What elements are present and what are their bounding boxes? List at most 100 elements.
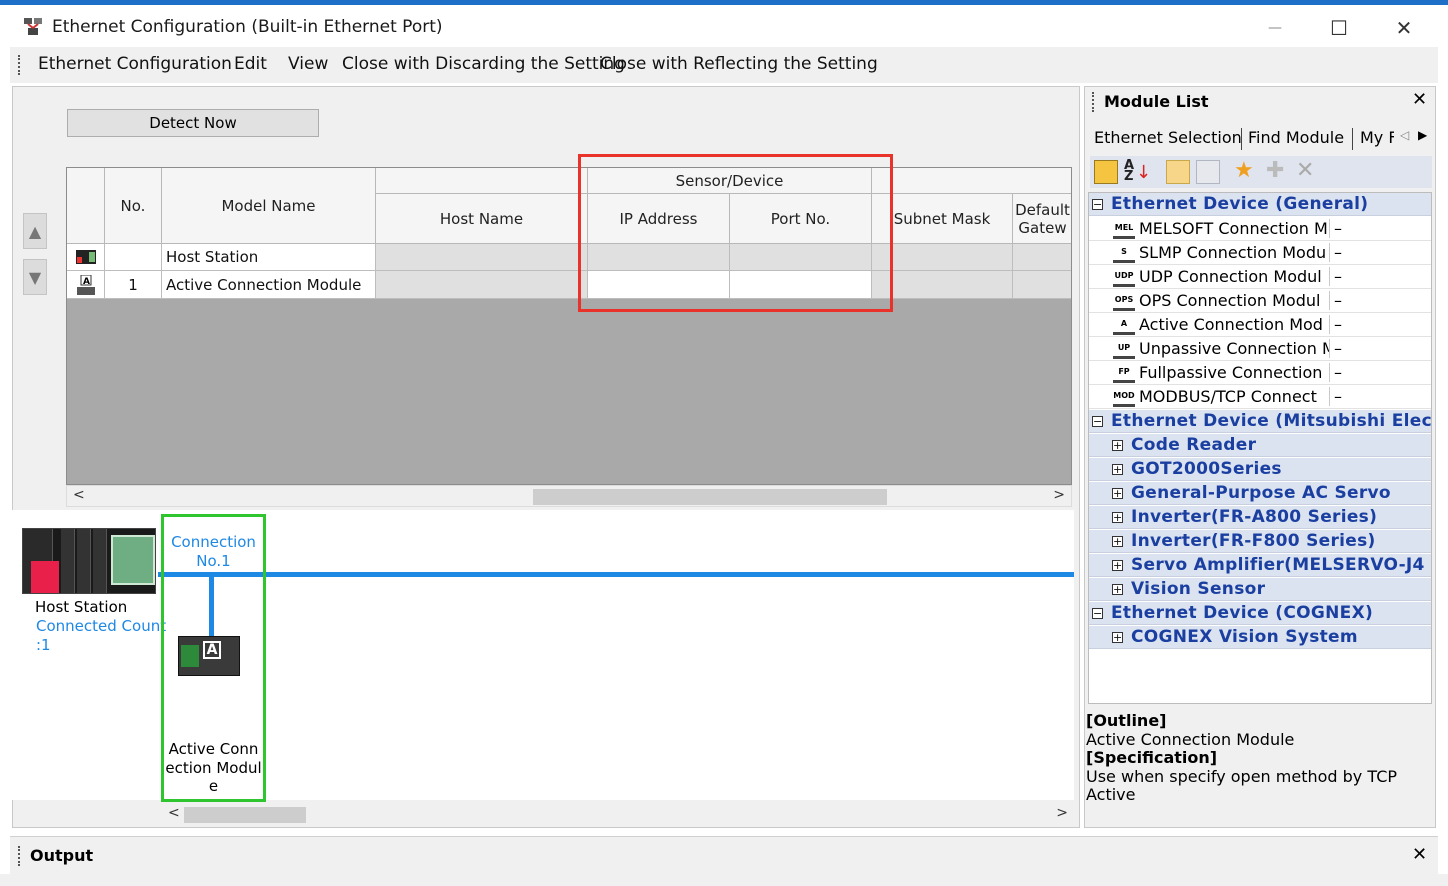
module-list-close-icon[interactable]: ✕	[1412, 89, 1427, 110]
tree-item-value: –	[1329, 363, 1349, 382]
favorite-star-icon[interactable]: ★	[1234, 158, 1254, 183]
tree-item-label: MODBUS/TCP Connect	[1139, 387, 1317, 406]
expand-icon[interactable]: +	[1112, 535, 1123, 547]
tab-scroll-right-icon[interactable]: ▶	[1418, 128, 1427, 142]
menu-ethernet-configuration[interactable]: Ethernet Configuration	[38, 54, 232, 74]
tree-sub-label: Vision Sensor	[1131, 579, 1266, 599]
outline-heading: [Outline]	[1086, 711, 1167, 730]
scroll-left-icon[interactable]: <	[73, 487, 85, 503]
move-up-button[interactable]: ▲	[23, 213, 47, 249]
grid-header-icon-col	[67, 168, 105, 244]
grid-horizontal-scrollbar[interactable]: < >	[66, 485, 1072, 507]
close-window-button[interactable]: ✕	[1381, 13, 1427, 43]
active-row-icon: A	[67, 271, 105, 299]
expand-icon[interactable]: +	[1112, 559, 1123, 571]
tree-item-udp[interactable]: UDP UDP Connection Modul –	[1089, 265, 1431, 289]
tree-item-fullpassive[interactable]: FP Fullpassive Connection –	[1089, 361, 1431, 385]
tree-item-active[interactable]: A Active Connection Mod –	[1089, 313, 1431, 337]
sort-alpha-icon[interactable]: AZ	[1124, 159, 1134, 183]
tree-sub-servo-amplifier[interactable]: + Servo Amplifier(MELSERVO-J4 S	[1089, 554, 1431, 577]
menu-edit[interactable]: Edit	[234, 54, 267, 74]
expand-icon[interactable]: +	[1112, 487, 1123, 499]
expand-icon[interactable]: +	[1112, 463, 1123, 475]
menubar-grip-icon[interactable]	[18, 55, 22, 75]
host-station-label: Host Station	[35, 598, 128, 616]
spec-text-line2: Active	[1086, 785, 1136, 804]
tab-my-favorites[interactable]: My F	[1360, 128, 1394, 147]
tree-sub-vision-sensor[interactable]: + Vision Sensor	[1089, 578, 1431, 601]
tab-ethernet-selection[interactable]: Ethernet Selection	[1094, 128, 1242, 147]
tree-sub-label: General-Purpose AC Servo	[1131, 483, 1391, 503]
output-close-icon[interactable]: ✕	[1412, 844, 1427, 865]
tree-sub-inverter-f800[interactable]: + Inverter(FR-F800 Series)	[1089, 530, 1431, 553]
host-row-model[interactable]: Host Station	[162, 244, 376, 271]
host-row-hostname	[376, 244, 588, 271]
collapse-all-icon[interactable]	[1196, 160, 1220, 184]
tree-sub-code-reader[interactable]: + Code Reader	[1089, 434, 1431, 457]
menu-close-discard[interactable]: Close with Discarding the Setting	[342, 54, 625, 74]
tree-category-label: Ethernet Device (Mitsubishi Electr	[1111, 411, 1432, 431]
collapse-icon[interactable]: −	[1092, 198, 1103, 210]
host-station-plc-image[interactable]	[22, 528, 156, 594]
active-row-model[interactable]: Active Connection Module	[162, 271, 376, 299]
module-list-title: Module List	[1104, 92, 1209, 111]
collapse-icon[interactable]: −	[1092, 607, 1103, 619]
tree-item-ops[interactable]: OPS OPS Connection Modul –	[1089, 289, 1431, 313]
tree-sub-inverter-a800[interactable]: + Inverter(FR-A800 Series)	[1089, 506, 1431, 529]
tree-category-mitsubishi[interactable]: − Ethernet Device (Mitsubishi Electr	[1089, 410, 1432, 433]
tree-category-cognex[interactable]: − Ethernet Device (COGNEX)	[1089, 602, 1431, 625]
host-row-no	[105, 244, 162, 271]
add-favorite-icon[interactable]: ✚	[1266, 158, 1284, 183]
expand-icon[interactable]: +	[1112, 583, 1123, 595]
window-title: Ethernet Configuration (Built-in Etherne…	[52, 17, 443, 37]
diagram-scroll-left-icon[interactable]: <	[168, 805, 180, 821]
outline-text: Active Connection Module	[1086, 729, 1295, 749]
expand-all-icon[interactable]	[1166, 160, 1190, 184]
sort-category-icon[interactable]	[1094, 160, 1118, 184]
scroll-right-icon[interactable]: >	[1053, 487, 1065, 503]
network-bus-line	[158, 572, 1074, 577]
tree-item-modbus[interactable]: MOD MODBUS/TCP Connect –	[1089, 385, 1431, 409]
device-grid: No. Model Name Host Name Sensor/Device I…	[66, 167, 1072, 485]
tree-sub-got2000[interactable]: + GOT2000Series	[1089, 458, 1431, 481]
tree-item-label: MELSOFT Connection M	[1139, 219, 1328, 238]
module-list-toolbar: AZ ↓ ★ ✚ ✕	[1090, 156, 1432, 188]
diagram-scroll-right-icon[interactable]: >	[1056, 805, 1068, 821]
menu-close-reflect[interactable]: Close with Reflecting the Setting	[600, 54, 878, 74]
close-icon: ✕	[1395, 16, 1413, 40]
tree-sub-ac-servo[interactable]: + General-Purpose AC Servo	[1089, 482, 1431, 505]
tree-sub-label: COGNEX Vision System	[1131, 627, 1358, 647]
tree-item-slmp[interactable]: S SLMP Connection Modu –	[1089, 241, 1431, 265]
tree-category-general[interactable]: − Ethernet Device (General)	[1089, 193, 1431, 216]
menu-view[interactable]: View	[288, 54, 328, 74]
tree-sub-cognex-vision[interactable]: + COGNEX Vision System	[1089, 626, 1431, 649]
move-down-button[interactable]: ▼	[23, 259, 47, 295]
tab-scroll-left-icon[interactable]: ◁	[1400, 128, 1409, 142]
remove-favorite-icon[interactable]: ✕	[1296, 158, 1314, 183]
module-outline-panel: [Outline] Active Connection Module [Spec…	[1086, 711, 1434, 826]
expand-icon[interactable]: +	[1112, 439, 1123, 451]
output-panel-header: Output ✕	[10, 836, 1438, 874]
expand-icon[interactable]: +	[1112, 631, 1123, 643]
expand-icon[interactable]: +	[1112, 511, 1123, 523]
output-grip-icon[interactable]	[18, 846, 22, 866]
active-row-subnet	[872, 271, 1013, 299]
tree-item-value: –	[1329, 291, 1349, 310]
arrow-up-icon: ▲	[28, 221, 42, 241]
tree-item-label: UDP Connection Modul	[1139, 267, 1322, 286]
diagram-scroll-thumb[interactable]	[184, 807, 306, 823]
scroll-thumb[interactable]	[533, 489, 887, 505]
app-window: Ethernet Configuration (Built-in Etherne…	[0, 0, 1448, 886]
maximize-button[interactable]: ☐	[1316, 13, 1362, 43]
tree-item-unpassive[interactable]: UP Unpassive Connection M –	[1089, 337, 1431, 361]
diagram-horizontal-scrollbar[interactable]: < >	[162, 804, 1074, 826]
module-list-grip-icon[interactable]	[1092, 92, 1096, 112]
detect-now-button[interactable]: Detect Now	[67, 109, 319, 137]
tab-find-module[interactable]: Find Module	[1248, 128, 1344, 147]
minimize-button[interactable]: —	[1252, 13, 1298, 43]
minimize-icon: —	[1268, 20, 1282, 36]
collapse-icon[interactable]: −	[1092, 415, 1103, 427]
bottom-strip	[0, 874, 1448, 886]
tree-item-melsoft[interactable]: MEL MELSOFT Connection M –	[1089, 217, 1431, 241]
tree-item-label: Active Connection Mod	[1139, 315, 1323, 334]
